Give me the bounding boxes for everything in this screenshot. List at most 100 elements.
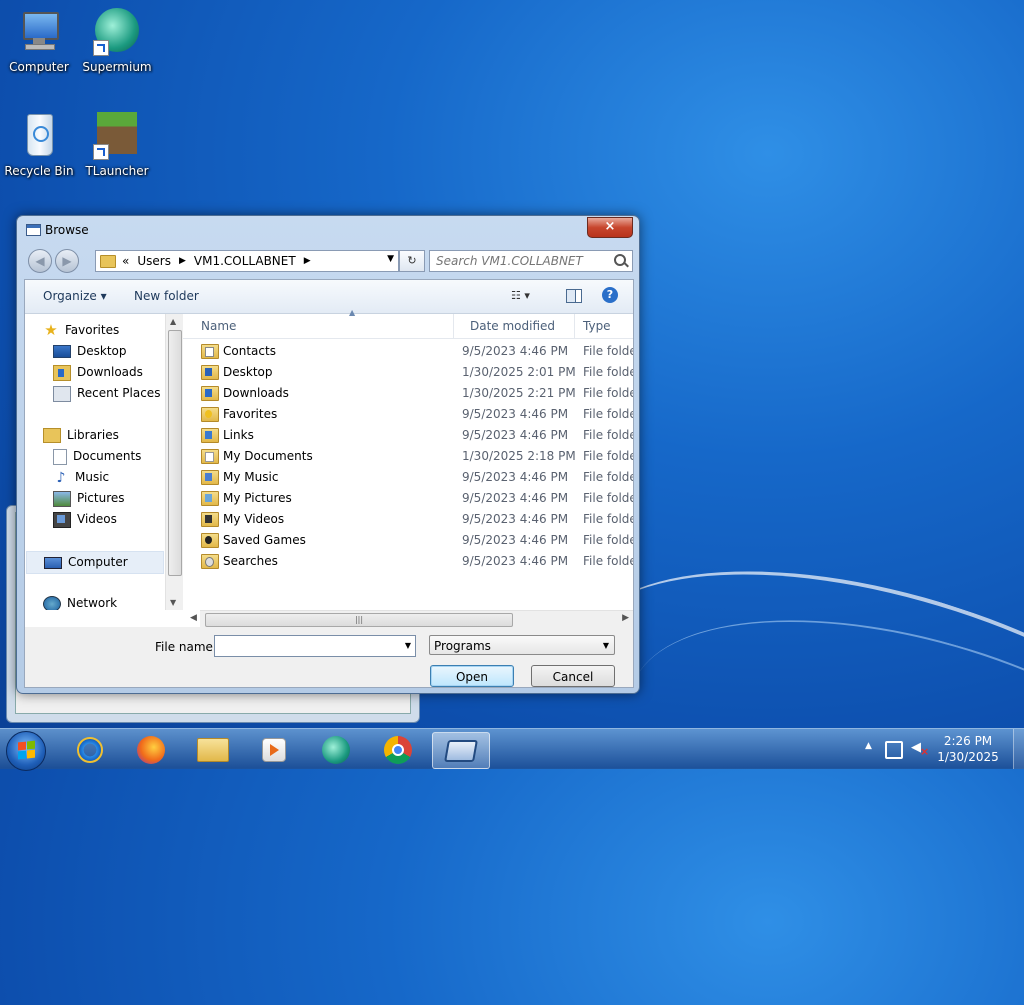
scroll-down-icon[interactable]: ▼ xyxy=(170,598,176,607)
videos-icon xyxy=(53,511,71,528)
links-folder-icon xyxy=(201,428,219,443)
file-name: My Videos xyxy=(223,512,285,526)
nav-item-label: Computer xyxy=(68,555,128,569)
folder-icon xyxy=(100,254,116,268)
downloads-folder-icon xyxy=(201,386,219,401)
file-row[interactable]: Links 9/5/2023 4:46 PM File folder xyxy=(183,425,633,446)
desktop-icon-label: Recycle Bin xyxy=(4,164,74,178)
chevron-down-icon[interactable]: ▼ xyxy=(387,254,394,264)
search-icon[interactable] xyxy=(614,254,626,266)
file-type: File folder xyxy=(583,344,633,358)
show-hidden-icons-icon[interactable]: ▲ xyxy=(865,741,872,751)
nav-item-music[interactable]: ♪ Music xyxy=(53,467,183,488)
taskbar-supermium[interactable] xyxy=(308,732,364,767)
taskbar-media-player[interactable] xyxy=(246,732,302,767)
address-bar[interactable]: « Users ▶ VM1.COLLABNET ▶ ▼ xyxy=(95,250,399,272)
file-list-horizontal-scrollbar[interactable]: ◀ ||| ▶ xyxy=(190,610,633,628)
taskbar-internet-explorer[interactable] xyxy=(62,732,118,767)
command-bar: Organize ▾ New folder ☷ ▾ ? xyxy=(25,280,633,314)
show-desktop-button[interactable] xyxy=(1013,729,1024,769)
file-row[interactable]: My Pictures 9/5/2023 4:46 PM File folder xyxy=(183,488,633,509)
file-type-select[interactable]: Programs ▼ xyxy=(429,635,615,655)
file-type: File folder xyxy=(583,365,633,379)
nav-item-downloads[interactable]: Downloads xyxy=(53,362,183,383)
desktop-icon-supermium[interactable]: Supermium xyxy=(79,8,155,74)
file-name: Links xyxy=(223,428,254,442)
chevron-right-icon[interactable]: ▶ xyxy=(304,256,311,266)
search-box[interactable] xyxy=(429,250,633,272)
scroll-left-icon[interactable]: ◀ xyxy=(190,613,197,623)
file-date: 9/5/2023 4:46 PM xyxy=(462,533,569,547)
preview-pane-icon[interactable] xyxy=(566,289,582,303)
column-header-date-modified[interactable]: Date modified xyxy=(462,314,575,338)
file-row[interactable]: Desktop 1/30/2025 2:01 PM File folder xyxy=(183,362,633,383)
file-name-field[interactable]: ▼ xyxy=(214,635,416,657)
desktop-icon-recycle-bin[interactable]: Recycle Bin xyxy=(1,112,77,178)
refresh-button[interactable]: ↻ xyxy=(399,250,425,272)
nav-item-documents[interactable]: Documents xyxy=(53,446,183,467)
breadcrumb-users[interactable]: Users xyxy=(137,254,171,268)
nav-item-pictures[interactable]: Pictures xyxy=(53,488,183,509)
desktop-icon-tlauncher[interactable]: TLauncher xyxy=(79,112,155,178)
dialog-titlebar[interactable]: Browse × xyxy=(17,216,639,244)
file-row[interactable]: Saved Games 9/5/2023 4:46 PM File folder xyxy=(183,530,633,551)
nav-item-recent-places[interactable]: Recent Places xyxy=(53,383,183,404)
column-header-type[interactable]: Type xyxy=(575,314,643,338)
file-name-input[interactable] xyxy=(215,636,399,656)
cancel-button[interactable]: Cancel xyxy=(531,665,615,687)
chevron-right-icon[interactable]: ▶ xyxy=(179,256,186,266)
search-input[interactable] xyxy=(430,251,614,271)
chrome-icon xyxy=(384,735,412,764)
back-button[interactable]: ◀ xyxy=(28,249,52,273)
breadcrumb-vm1-collabnet[interactable]: VM1.COLLABNET xyxy=(194,254,296,268)
file-row[interactable]: My Documents 1/30/2025 2:18 PM File folder xyxy=(183,446,633,467)
new-folder-button[interactable]: New folder xyxy=(134,289,199,303)
file-type: File folder xyxy=(583,386,633,400)
file-row[interactable]: Contacts 9/5/2023 4:46 PM File folder xyxy=(183,341,633,362)
scrollbar-thumb[interactable] xyxy=(168,330,182,576)
chevron-down-icon: ▼ xyxy=(602,641,609,650)
file-row[interactable]: Downloads 1/30/2025 2:21 PM File folder xyxy=(183,383,633,404)
file-date: 9/5/2023 4:46 PM xyxy=(462,428,569,442)
file-row[interactable]: My Videos 9/5/2023 4:46 PM File folder xyxy=(183,509,633,530)
file-row[interactable]: Searches 9/5/2023 4:46 PM File folder xyxy=(183,551,633,572)
scroll-up-icon[interactable]: ▲ xyxy=(170,317,176,326)
organize-button[interactable]: Organize ▾ xyxy=(43,289,107,303)
nav-item-desktop[interactable]: Desktop xyxy=(53,341,183,362)
media-player-icon xyxy=(262,737,286,762)
desktop-folder-icon xyxy=(201,365,219,380)
breadcrumb-overflow[interactable]: « xyxy=(122,254,129,268)
nav-item-videos[interactable]: Videos xyxy=(53,509,183,530)
nav-item-computer[interactable]: Computer xyxy=(26,551,164,574)
nav-item-libraries[interactable]: Libraries xyxy=(43,425,183,446)
help-icon[interactable]: ? xyxy=(602,287,618,303)
taskbar-windows-explorer[interactable] xyxy=(185,732,241,767)
nav-item-favorites[interactable]: ★ Favorites xyxy=(43,320,183,341)
open-button[interactable]: Open xyxy=(430,665,514,687)
file-name: Searches xyxy=(223,554,278,568)
documents-icon xyxy=(53,448,67,465)
music-icon: ♪ xyxy=(56,469,66,486)
chevron-down-icon[interactable]: ▼ xyxy=(405,641,411,650)
nav-item-network[interactable]: Network xyxy=(43,593,183,610)
file-row[interactable]: Favorites 9/5/2023 4:46 PM File folder xyxy=(183,404,633,425)
column-header-name[interactable]: Name xyxy=(193,314,454,338)
window-icon xyxy=(26,224,41,236)
forward-button[interactable]: ▶ xyxy=(55,249,79,273)
nav-pane-scrollbar[interactable]: ▲ ▼ xyxy=(165,314,183,610)
file-row[interactable]: My Music 9/5/2023 4:46 PM File folder xyxy=(183,467,633,488)
taskbar-chrome[interactable] xyxy=(370,732,426,767)
clock[interactable]: 2:26 PM 1/30/2025 xyxy=(933,733,1003,765)
close-button[interactable]: × xyxy=(587,217,633,238)
network-status-icon[interactable] xyxy=(885,741,903,759)
taskbar-firefox[interactable] xyxy=(123,732,179,767)
volume-muted-icon[interactable]: ◀ xyxy=(911,741,929,760)
desktop-icon-computer[interactable]: Computer xyxy=(1,8,77,74)
view-options-button[interactable]: ☷ ▾ xyxy=(511,289,537,303)
file-list: Contacts 9/5/2023 4:46 PM File folder Desk… xyxy=(183,338,633,600)
scrollbar-thumb[interactable]: ||| xyxy=(205,613,513,627)
scroll-right-icon[interactable]: ▶ xyxy=(622,613,629,623)
start-button[interactable] xyxy=(6,731,46,771)
taskbar-browse-dialog[interactable] xyxy=(432,732,490,769)
file-type: File folder xyxy=(583,470,633,484)
